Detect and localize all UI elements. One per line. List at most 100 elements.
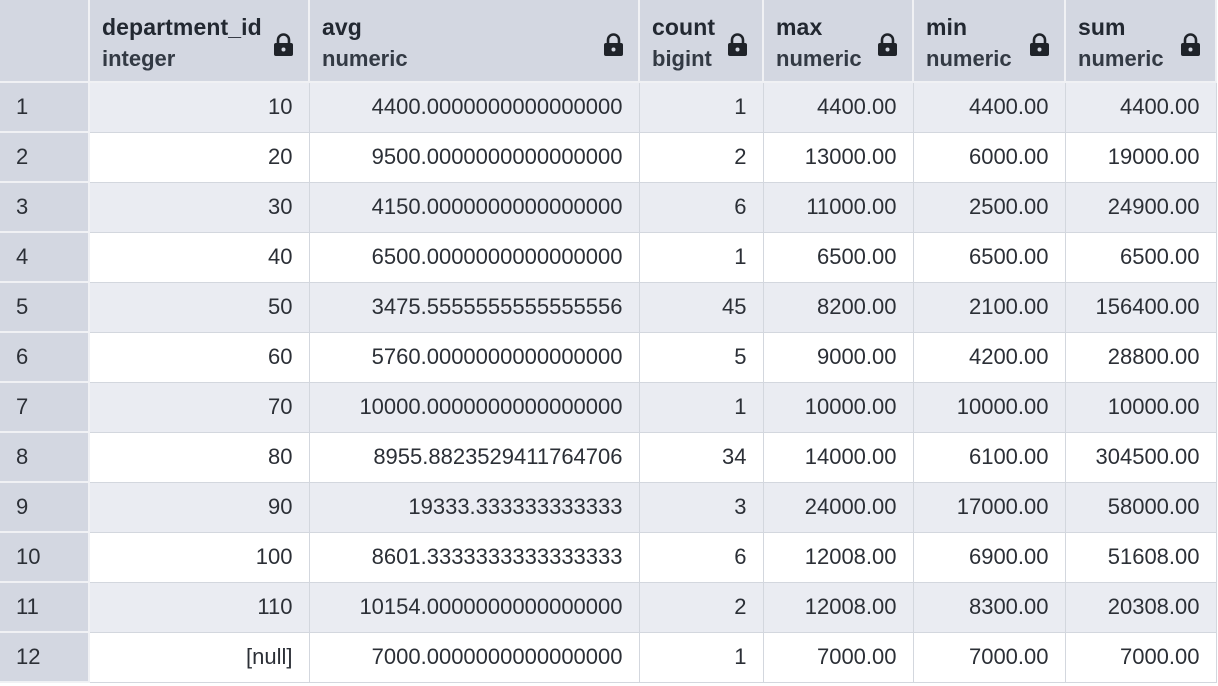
cell-avg[interactable]: 3475.5555555555555556 <box>308 281 640 333</box>
cell-sum[interactable]: 19000.00 <box>1064 131 1217 183</box>
row-number[interactable]: 12 <box>0 632 90 683</box>
table-row[interactable]: 11 110 10154.0000000000000000 2 12008.00… <box>0 581 1217 633</box>
table-row[interactable]: 2 20 9500.0000000000000000 2 13000.00 60… <box>0 131 1217 183</box>
cell-avg[interactable]: 8601.3333333333333333 <box>308 531 640 583</box>
cell-avg[interactable]: 5760.0000000000000000 <box>308 331 640 383</box>
cell-sum[interactable]: 28800.00 <box>1064 331 1217 383</box>
column-header-department_id[interactable]: department_id integer <box>89 0 310 83</box>
row-number[interactable]: 3 <box>0 182 90 233</box>
row-number[interactable]: 1 <box>0 82 90 133</box>
cell-min[interactable]: 6100.00 <box>912 431 1066 483</box>
table-row[interactable]: 7 70 10000.0000000000000000 1 10000.00 1… <box>0 381 1217 433</box>
cell-department_id[interactable]: 30 <box>88 181 310 233</box>
cell-sum[interactable]: 10000.00 <box>1064 381 1217 433</box>
cell-avg[interactable]: 6500.0000000000000000 <box>308 231 640 283</box>
cell-max[interactable]: 7000.00 <box>762 631 914 683</box>
table-row[interactable]: 3 30 4150.0000000000000000 6 11000.00 25… <box>0 181 1217 233</box>
cell-department_id[interactable]: 60 <box>88 331 310 383</box>
cell-max[interactable]: 8200.00 <box>762 281 914 333</box>
cell-count[interactable]: 6 <box>638 181 764 233</box>
cell-count[interactable]: 45 <box>638 281 764 333</box>
row-number[interactable]: 7 <box>0 382 90 433</box>
cell-sum[interactable]: 156400.00 <box>1064 281 1217 333</box>
table-row[interactable]: 10 100 8601.3333333333333333 6 12008.00 … <box>0 531 1217 583</box>
cell-avg[interactable]: 10154.0000000000000000 <box>308 581 640 633</box>
cell-avg[interactable]: 4400.0000000000000000 <box>308 81 640 133</box>
row-number[interactable]: 2 <box>0 132 90 183</box>
cell-min[interactable]: 17000.00 <box>912 481 1066 533</box>
cell-max[interactable]: 13000.00 <box>762 131 914 183</box>
cell-min[interactable]: 2500.00 <box>912 181 1066 233</box>
cell-sum[interactable]: 7000.00 <box>1064 631 1217 683</box>
row-number[interactable]: 11 <box>0 582 90 633</box>
cell-count[interactable]: 1 <box>638 81 764 133</box>
cell-sum[interactable]: 304500.00 <box>1064 431 1217 483</box>
cell-count[interactable]: 2 <box>638 131 764 183</box>
table-row[interactable]: 5 50 3475.5555555555555556 45 8200.00 21… <box>0 281 1217 333</box>
row-number[interactable]: 8 <box>0 432 90 483</box>
column-header-avg[interactable]: avg numeric <box>309 0 640 83</box>
row-number[interactable]: 9 <box>0 482 90 533</box>
column-header-max[interactable]: max numeric <box>763 0 914 83</box>
cell-max[interactable]: 24000.00 <box>762 481 914 533</box>
cell-count[interactable]: 1 <box>638 631 764 683</box>
cell-min[interactable]: 6000.00 <box>912 131 1066 183</box>
cell-sum[interactable]: 4400.00 <box>1064 81 1217 133</box>
table-row[interactable]: 1 10 4400.0000000000000000 1 4400.00 440… <box>0 81 1217 133</box>
cell-avg[interactable]: 10000.0000000000000000 <box>308 381 640 433</box>
cell-department_id[interactable]: 100 <box>88 531 310 583</box>
cell-min[interactable]: 7000.00 <box>912 631 1066 683</box>
cell-department_id[interactable]: 40 <box>88 231 310 283</box>
column-header-sum[interactable]: sum numeric <box>1065 0 1217 83</box>
table-row[interactable]: 8 80 8955.8823529411764706 34 14000.00 6… <box>0 431 1217 483</box>
cell-max[interactable]: 14000.00 <box>762 431 914 483</box>
cell-avg[interactable]: 9500.0000000000000000 <box>308 131 640 183</box>
cell-count[interactable]: 34 <box>638 431 764 483</box>
corner-cell[interactable] <box>0 0 90 83</box>
cell-min[interactable]: 8300.00 <box>912 581 1066 633</box>
cell-avg[interactable]: 8955.8823529411764706 <box>308 431 640 483</box>
cell-count[interactable]: 1 <box>638 381 764 433</box>
cell-department_id[interactable]: [null] <box>88 631 310 683</box>
table-row[interactable]: 12 [null] 7000.0000000000000000 1 7000.0… <box>0 631 1217 683</box>
cell-avg[interactable]: 4150.0000000000000000 <box>308 181 640 233</box>
cell-department_id[interactable]: 90 <box>88 481 310 533</box>
cell-min[interactable]: 10000.00 <box>912 381 1066 433</box>
cell-max[interactable]: 10000.00 <box>762 381 914 433</box>
cell-max[interactable]: 4400.00 <box>762 81 914 133</box>
column-header-count[interactable]: count bigint <box>639 0 764 83</box>
cell-department_id[interactable]: 70 <box>88 381 310 433</box>
table-row[interactable]: 6 60 5760.0000000000000000 5 9000.00 420… <box>0 331 1217 383</box>
cell-count[interactable]: 2 <box>638 581 764 633</box>
cell-max[interactable]: 9000.00 <box>762 331 914 383</box>
cell-min[interactable]: 4200.00 <box>912 331 1066 383</box>
cell-max[interactable]: 11000.00 <box>762 181 914 233</box>
cell-department_id[interactable]: 20 <box>88 131 310 183</box>
cell-count[interactable]: 1 <box>638 231 764 283</box>
cell-avg[interactable]: 19333.333333333333 <box>308 481 640 533</box>
cell-sum[interactable]: 6500.00 <box>1064 231 1217 283</box>
table-row[interactable]: 4 40 6500.0000000000000000 1 6500.00 650… <box>0 231 1217 283</box>
cell-max[interactable]: 12008.00 <box>762 581 914 633</box>
column-header-min[interactable]: min numeric <box>913 0 1066 83</box>
cell-min[interactable]: 6500.00 <box>912 231 1066 283</box>
cell-sum[interactable]: 20308.00 <box>1064 581 1217 633</box>
cell-department_id[interactable]: 110 <box>88 581 310 633</box>
cell-min[interactable]: 2100.00 <box>912 281 1066 333</box>
cell-max[interactable]: 12008.00 <box>762 531 914 583</box>
cell-sum[interactable]: 58000.00 <box>1064 481 1217 533</box>
row-number[interactable]: 6 <box>0 332 90 383</box>
cell-department_id[interactable]: 80 <box>88 431 310 483</box>
table-row[interactable]: 9 90 19333.333333333333 3 24000.00 17000… <box>0 481 1217 533</box>
cell-count[interactable]: 6 <box>638 531 764 583</box>
row-number[interactable]: 4 <box>0 232 90 283</box>
row-number[interactable]: 5 <box>0 282 90 333</box>
cell-avg[interactable]: 7000.0000000000000000 <box>308 631 640 683</box>
cell-sum[interactable]: 51608.00 <box>1064 531 1217 583</box>
cell-count[interactable]: 3 <box>638 481 764 533</box>
row-number[interactable]: 10 <box>0 532 90 583</box>
cell-sum[interactable]: 24900.00 <box>1064 181 1217 233</box>
cell-max[interactable]: 6500.00 <box>762 231 914 283</box>
cell-count[interactable]: 5 <box>638 331 764 383</box>
cell-min[interactable]: 6900.00 <box>912 531 1066 583</box>
